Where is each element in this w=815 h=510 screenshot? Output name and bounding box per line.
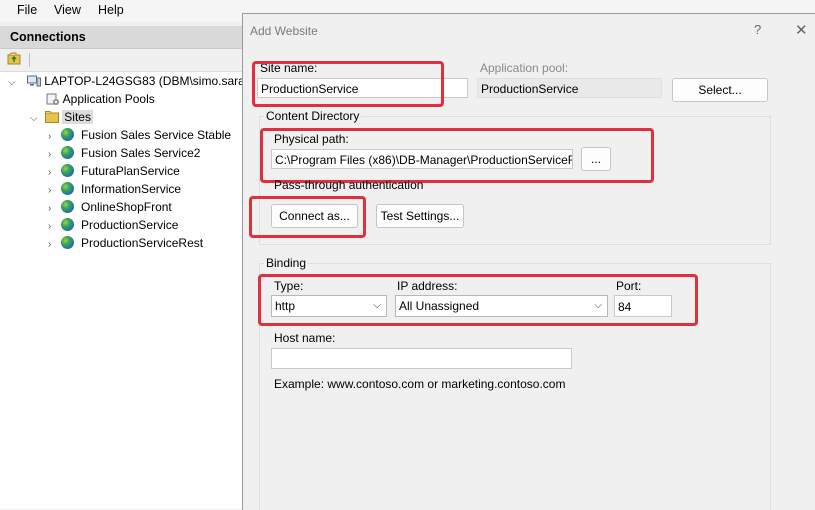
tree-site-label: FuturaPlanService — [81, 164, 180, 178]
passthrough-label: Pass-through authentication — [274, 178, 424, 192]
chevron-right-icon[interactable]: › — [48, 131, 51, 142]
tree-label-sites: Sites — [62, 110, 93, 124]
tree-site-label: InformationService — [81, 182, 182, 196]
highlight-physical-path — [260, 128, 654, 183]
connections-toolbar — [0, 49, 242, 72]
tree-label-server: LAPTOP-L24GSG83 (DBM\simo.saran — [44, 74, 252, 88]
menu-help[interactable]: Help — [98, 3, 124, 17]
tree-site-item[interactable]: › Fusion Sales Service2 — [48, 144, 200, 162]
globe-icon — [60, 128, 74, 141]
binding-label: Binding — [264, 256, 309, 270]
highlight-site-name — [252, 61, 444, 107]
globe-icon — [60, 182, 74, 195]
chevron-right-icon[interactable]: › — [48, 203, 51, 214]
add-connection-icon[interactable] — [7, 52, 21, 65]
app-pools-icon — [46, 92, 60, 106]
chevron-right-icon[interactable]: › — [48, 239, 51, 250]
tree-site-label: ProductionService — [81, 218, 179, 232]
tree-site-label: Fusion Sales Service2 — [81, 146, 201, 160]
sites-folder-icon — [44, 110, 59, 123]
globe-icon — [60, 146, 74, 159]
globe-icon — [60, 236, 74, 249]
tree-site-label: OnlineShopFront — [81, 200, 172, 214]
globe-icon — [60, 164, 74, 177]
tree-item-app-pools[interactable]: Application Pools — [46, 90, 155, 108]
app-pool-field: ProductionService — [477, 78, 662, 98]
menu-file[interactable]: File — [17, 3, 37, 17]
connections-title: Connections — [10, 30, 86, 44]
host-name-input[interactable] — [271, 348, 572, 369]
toolbar-separator — [29, 53, 30, 67]
tree-item-sites[interactable]: ⌵ Sites — [30, 108, 93, 126]
chevron-down-icon[interactable]: ⌵ — [30, 113, 38, 124]
globe-icon — [60, 218, 74, 231]
tree-site-label: Fusion Sales Service Stable — [81, 128, 232, 142]
tree-label-app-pools: Application Pools — [62, 92, 155, 106]
tree-site-item[interactable]: › Fusion Sales Service Stable — [48, 126, 231, 144]
tree-site-item[interactable]: › ProductionService — [48, 216, 178, 234]
chevron-down-icon[interactable]: ⌵ — [8, 77, 16, 88]
server-icon — [26, 74, 41, 87]
test-settings-button[interactable]: Test Settings... — [376, 204, 464, 228]
chevron-right-icon[interactable]: › — [48, 221, 51, 232]
highlight-binding — [258, 274, 698, 326]
menu-view[interactable]: View — [54, 3, 81, 17]
tree-item-server[interactable]: ⌵ LAPTOP-L24GSG83 (DBM\simo.saran — [8, 72, 251, 90]
close-icon[interactable]: ✕ — [795, 21, 808, 39]
help-icon[interactable]: ? — [754, 22, 761, 37]
chevron-right-icon[interactable]: › — [48, 185, 51, 196]
highlight-connect-as — [249, 196, 366, 238]
tree-site-item[interactable]: › FuturaPlanService — [48, 162, 180, 180]
tree-site-label: ProductionServiceRest — [81, 236, 204, 250]
chevron-right-icon[interactable]: › — [48, 167, 51, 178]
app-pool-label: Application pool: — [480, 61, 569, 75]
globe-icon — [60, 200, 74, 213]
dialog-title: Add Website — [250, 24, 318, 38]
tree-site-item[interactable]: › OnlineShopFront — [48, 198, 172, 216]
tree-site-item[interactable]: › InformationService — [48, 180, 181, 198]
host-name-label: Host name: — [274, 331, 336, 345]
chevron-right-icon[interactable]: › — [48, 149, 51, 160]
content-directory-label: Content Directory — [264, 109, 362, 123]
tree-site-item[interactable]: › ProductionServiceRest — [48, 234, 203, 252]
select-app-pool-button[interactable]: Select... — [672, 78, 768, 102]
host-name-example: Example: www.contoso.com or marketing.co… — [274, 377, 566, 391]
